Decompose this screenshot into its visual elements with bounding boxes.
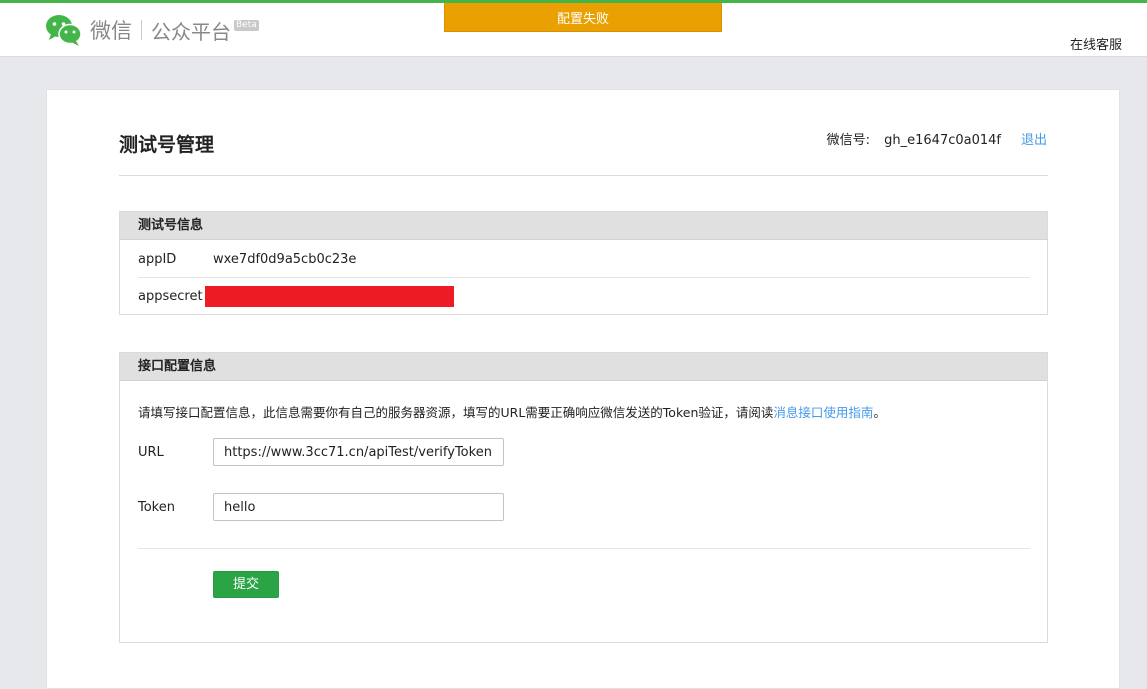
- account-value: gh_e1647c0a014f: [884, 133, 1001, 148]
- row-divider: [138, 277, 1030, 278]
- account-info: 微信号: gh_e1647c0a014f: [827, 129, 1001, 148]
- appid-value: wxe7df0d9a5cb0c23e: [213, 252, 357, 267]
- description-end: 。: [873, 405, 886, 420]
- logo-divider: [141, 20, 142, 40]
- page-title: 测试号管理: [119, 134, 215, 156]
- form-divider: [138, 548, 1030, 549]
- account-label: 微信号:: [826, 133, 870, 148]
- wechat-logo[interactable]: 微信 公众平台 Beta: [45, 13, 259, 47]
- appid-label: appID: [138, 252, 177, 267]
- title-divider: [119, 175, 1048, 176]
- top-bar: 微信 公众平台 Beta 配置失败 在线客服: [0, 0, 1147, 57]
- online-support-link[interactable]: 在线客服: [1070, 34, 1122, 53]
- interface-config-heading: 接口配置信息: [120, 353, 1047, 381]
- description-text: 请填写接口配置信息，此信息需要你有自己的服务器资源，填写的URL需要正确响应微信…: [138, 405, 774, 420]
- guide-link[interactable]: 消息接口使用指南: [773, 405, 873, 420]
- token-label: Token: [138, 500, 175, 515]
- url-label: URL: [138, 445, 164, 460]
- wechat-logo-icon: [46, 15, 82, 46]
- test-account-panel: 测试号信息 appID wxe7df0d9a5cb0c23e appsecret: [119, 211, 1048, 315]
- error-toast: 配置失败: [444, 3, 722, 32]
- appsecret-redaction: [205, 286, 454, 307]
- interface-description: 请填写接口配置信息，此信息需要你有自己的服务器资源，填写的URL需要正确响应微信…: [138, 402, 886, 421]
- test-account-heading: 测试号信息: [120, 212, 1047, 240]
- logout-link[interactable]: 退出: [1021, 129, 1047, 148]
- url-input[interactable]: [213, 438, 504, 466]
- logo-text-wechat: 微信: [90, 19, 132, 43]
- submit-button[interactable]: 提交: [213, 571, 279, 598]
- appsecret-label: appsecret: [138, 289, 203, 304]
- main-card: 测试号管理 微信号: gh_e1647c0a014f 退出 测试号信息 appI…: [46, 89, 1120, 689]
- logo-text-platform: 公众平台: [151, 19, 231, 44]
- beta-badge: Beta: [234, 19, 259, 31]
- token-input[interactable]: [213, 493, 504, 521]
- interface-config-panel: 接口配置信息 请填写接口配置信息，此信息需要你有自己的服务器资源，填写的URL需…: [119, 352, 1048, 643]
